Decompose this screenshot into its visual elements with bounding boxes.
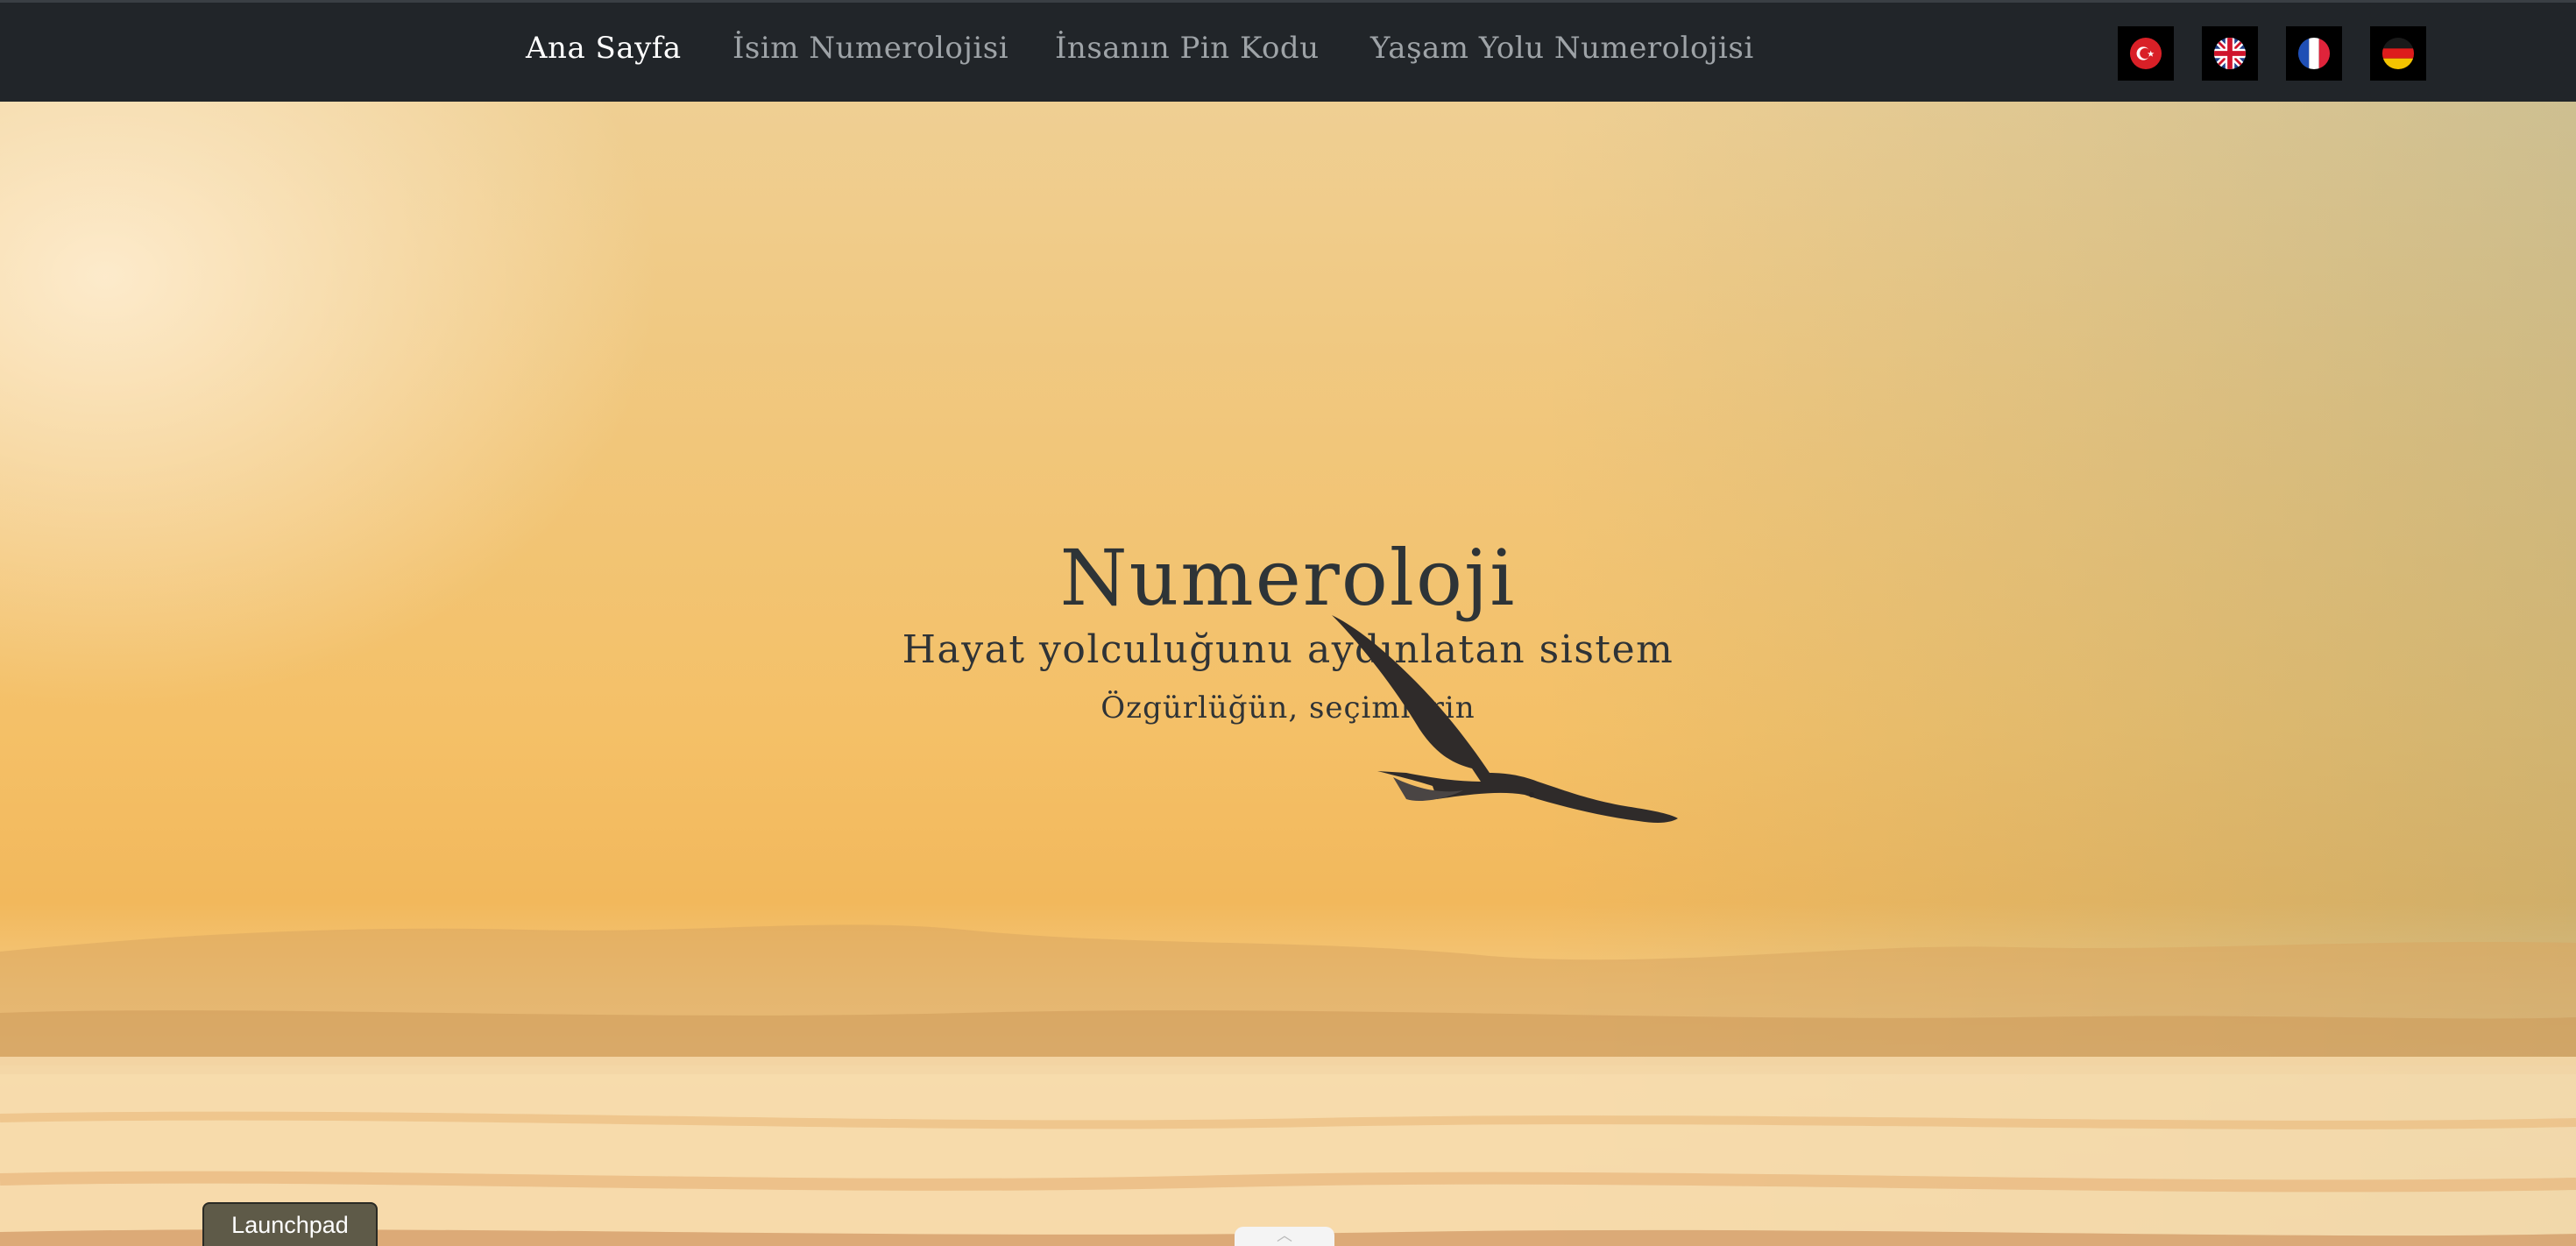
nav-name-numerology-link[interactable]: İsim Numerolojisi <box>732 31 1008 66</box>
chevron-up-icon: ︿ <box>1277 1227 1292 1245</box>
launchpad-button[interactable]: Launchpad <box>202 1202 378 1246</box>
language-french-button[interactable] <box>2286 26 2342 81</box>
nav-pin-code-link[interactable]: İnsanın Pin Kodu <box>1055 31 1320 66</box>
turkey-flag-icon <box>2129 37 2162 70</box>
nav-life-path-link[interactable]: Yaşam Yolu Numerolojisi <box>1370 31 1754 66</box>
hero-title: Numeroloji <box>1059 533 1517 623</box>
france-flag-icon <box>2297 37 2331 70</box>
germany-flag-icon <box>2381 37 2415 70</box>
hero-subtitle: Hayat yolculuğunu aydınlatan sistem <box>902 627 1674 672</box>
top-navbar: Ana Sayfa İsim Numerolojisi İnsanın Pin … <box>0 0 2576 102</box>
hero-tagline: Özgürlüğün, seçimlerin <box>1100 690 1476 726</box>
scroll-down-tab[interactable]: ︿ <box>1235 1227 1334 1246</box>
hills-and-sea-scenery <box>0 924 2576 1246</box>
uk-flag-icon <box>2213 37 2247 70</box>
hero-section: Numeroloji Hayat yolculuğunu aydınlatan … <box>0 102 2576 1246</box>
nav-home-link[interactable]: Ana Sayfa <box>526 31 682 66</box>
language-turkish-button[interactable] <box>2118 26 2174 81</box>
seagull-image <box>1332 615 1678 823</box>
language-english-button[interactable] <box>2202 26 2258 81</box>
language-german-button[interactable] <box>2370 26 2426 81</box>
